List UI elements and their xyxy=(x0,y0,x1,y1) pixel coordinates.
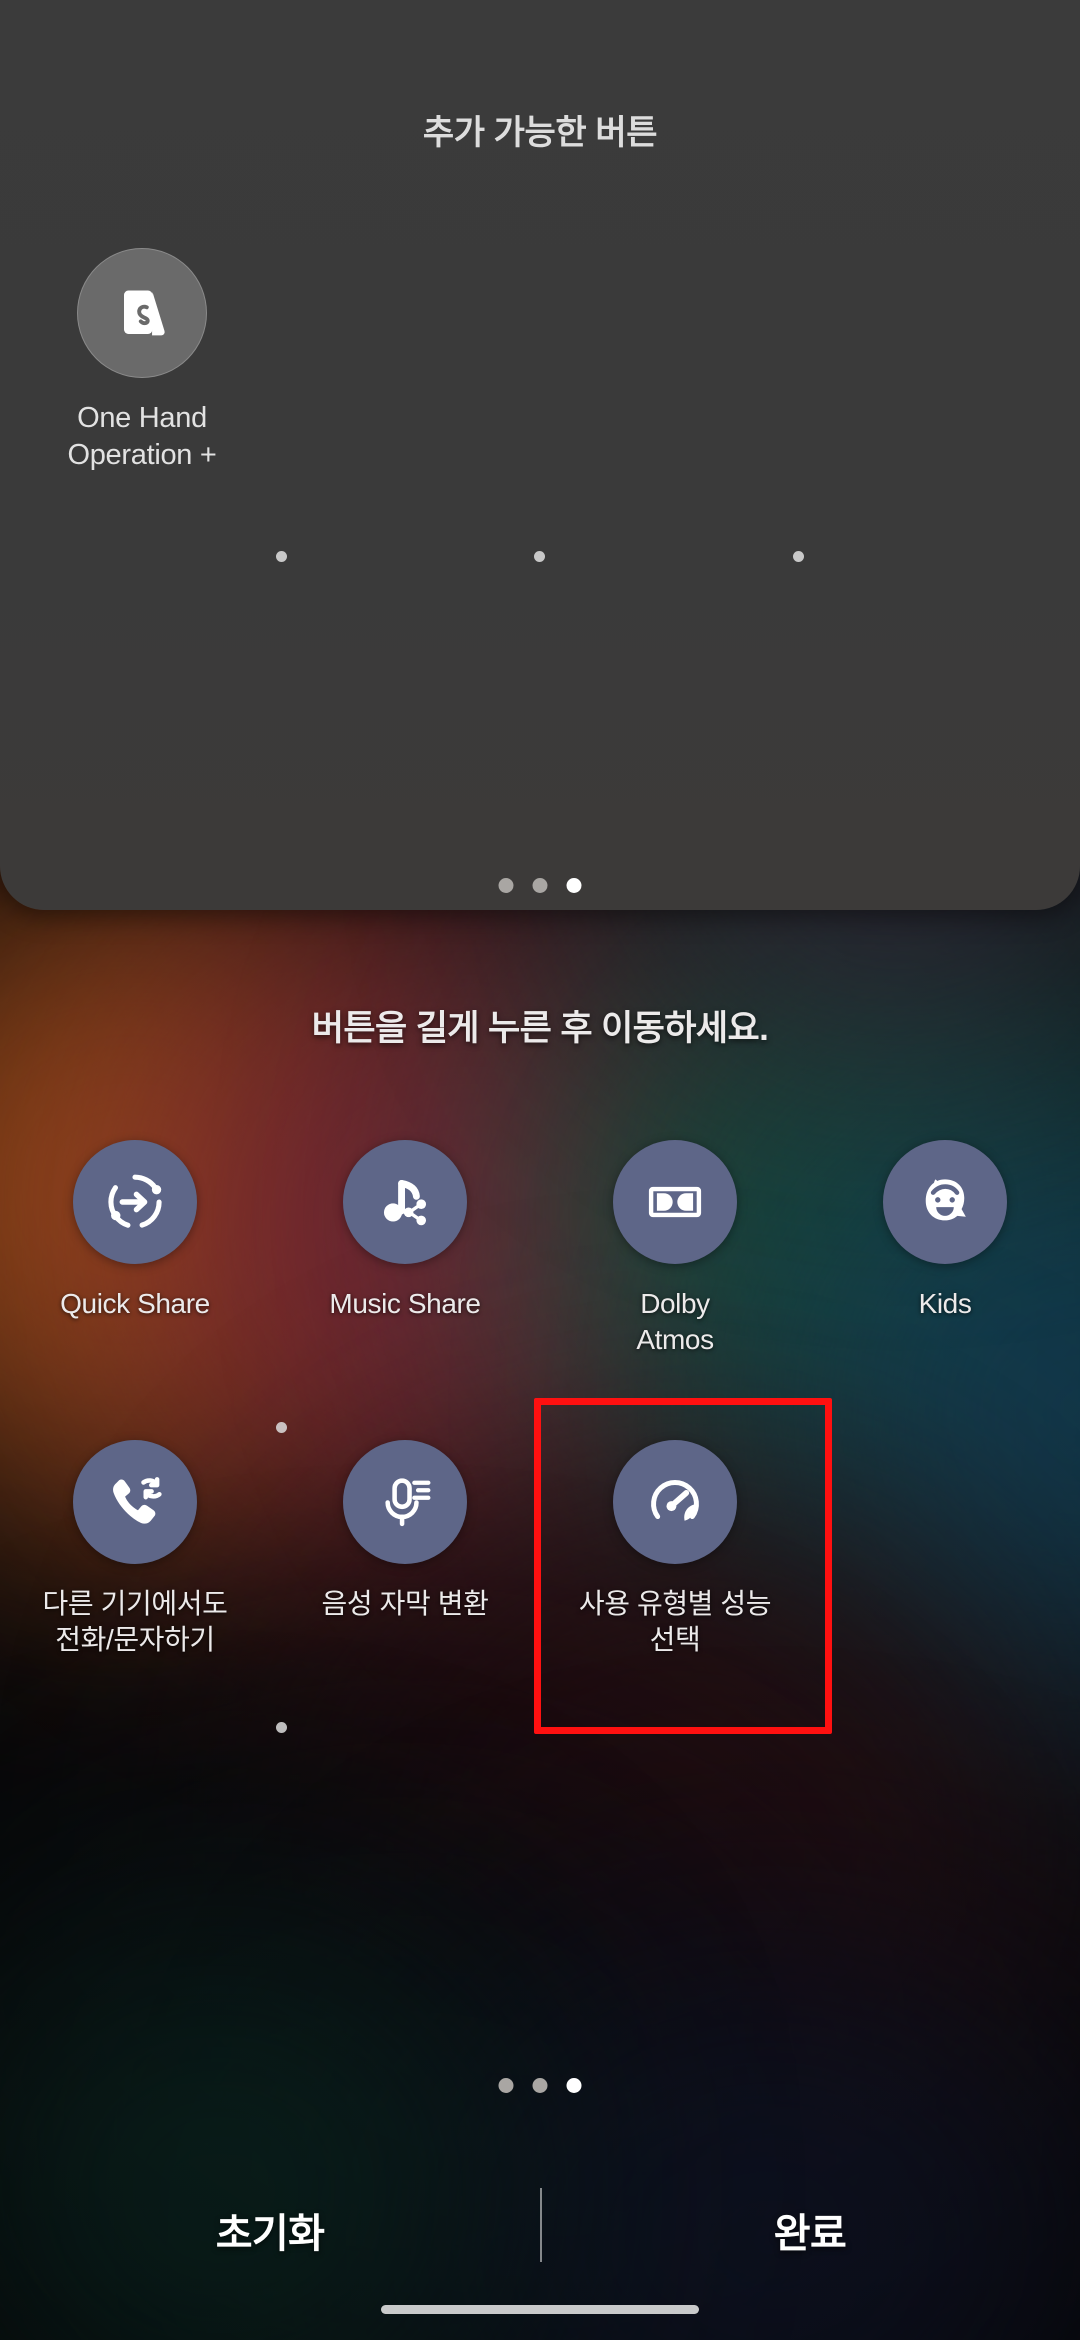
quick-setting-label: Kids xyxy=(918,1288,972,1319)
quick-setting-performance-profile[interactable]: 사용 유형별 성능 선택 xyxy=(534,1398,832,1740)
available-button-label: One Hand Operation + xyxy=(67,402,217,472)
page-dot-3-active[interactable] xyxy=(566,2078,582,2093)
quick-setting-quick-share[interactable]: Quick Share xyxy=(0,1140,270,1440)
instruction-text: 버튼을 길게 누른 후 이동하세요. xyxy=(311,1009,769,1048)
empty-slot-dot xyxy=(276,1722,287,1733)
quick-panel-edit-screen: 추가 가능한 버튼 One Hand Operation + 버튼을 길게 누른… xyxy=(0,0,1080,2340)
panel-title: 추가 가능한 버튼 xyxy=(422,114,658,152)
quick-settings-row-1: Quick Share Music Share Dolby Atmos Kids xyxy=(0,1140,1080,1440)
call-sync-icon xyxy=(73,1440,197,1564)
empty-slot-dot xyxy=(276,1422,287,1433)
quick-setting-label: Quick Share xyxy=(60,1288,210,1319)
quick-setting-call-sync[interactable]: 다른 기기에서도 전화/문자하기 xyxy=(0,1440,270,1740)
quick-setting-label: 다른 기기에서도 전화/문자하기 xyxy=(42,1588,228,1656)
performance-gauge-icon xyxy=(613,1440,737,1564)
quick-setting-label: 음성 자막 변환 xyxy=(321,1588,489,1619)
quick-setting-dolby-atmos[interactable]: Dolby Atmos xyxy=(540,1140,810,1440)
dolby-atmos-icon xyxy=(613,1140,737,1264)
page-dot-1[interactable] xyxy=(498,2078,514,2093)
quick-settings-page-indicator[interactable] xyxy=(498,2078,582,2093)
action-bar-divider xyxy=(540,2188,542,2262)
live-caption-mic-icon xyxy=(343,1440,467,1564)
quick-setting-kids[interactable]: Kids xyxy=(810,1140,1080,1440)
empty-slot-dot xyxy=(793,551,804,562)
quick-settings-grid: Quick Share Music Share Dolby Atmos Kids… xyxy=(0,1140,1080,1740)
quick-setting-empty-slot xyxy=(810,1440,1080,1740)
quick-setting-label: 사용 유형별 성능 선택 xyxy=(578,1588,772,1656)
kids-face-icon xyxy=(883,1140,1007,1264)
page-dot-3-active[interactable] xyxy=(566,878,582,893)
quick-setting-label: Music Share xyxy=(329,1288,481,1319)
available-button-one-hand-operation[interactable]: One Hand Operation + xyxy=(42,248,242,474)
quick-setting-live-caption[interactable]: 음성 자막 변환 xyxy=(270,1440,540,1740)
available-buttons-panel: 추가 가능한 버튼 One Hand Operation + xyxy=(0,0,1080,910)
empty-slot-dot xyxy=(534,551,545,562)
music-share-icon xyxy=(343,1140,467,1264)
panel-page-indicator[interactable] xyxy=(498,878,582,893)
page-dot-2[interactable] xyxy=(532,2078,548,2093)
quick-setting-music-share[interactable]: Music Share xyxy=(270,1140,540,1440)
quick-settings-row-2: 다른 기기에서도 전화/문자하기 음성 자막 변환 사용 유형별 성능 선택 xyxy=(0,1398,1080,1740)
reset-button[interactable]: 초기화 xyxy=(0,2201,540,2259)
one-hand-operation-icon xyxy=(77,248,207,378)
empty-slot-dot xyxy=(276,551,287,562)
gesture-nav-handle[interactable] xyxy=(381,2305,699,2314)
quick-setting-label: Dolby Atmos xyxy=(636,1288,714,1356)
page-dot-2[interactable] xyxy=(532,878,548,893)
page-dot-1[interactable] xyxy=(498,878,514,893)
done-button[interactable]: 완료 xyxy=(540,2201,1080,2259)
quick-share-icon xyxy=(73,1140,197,1264)
